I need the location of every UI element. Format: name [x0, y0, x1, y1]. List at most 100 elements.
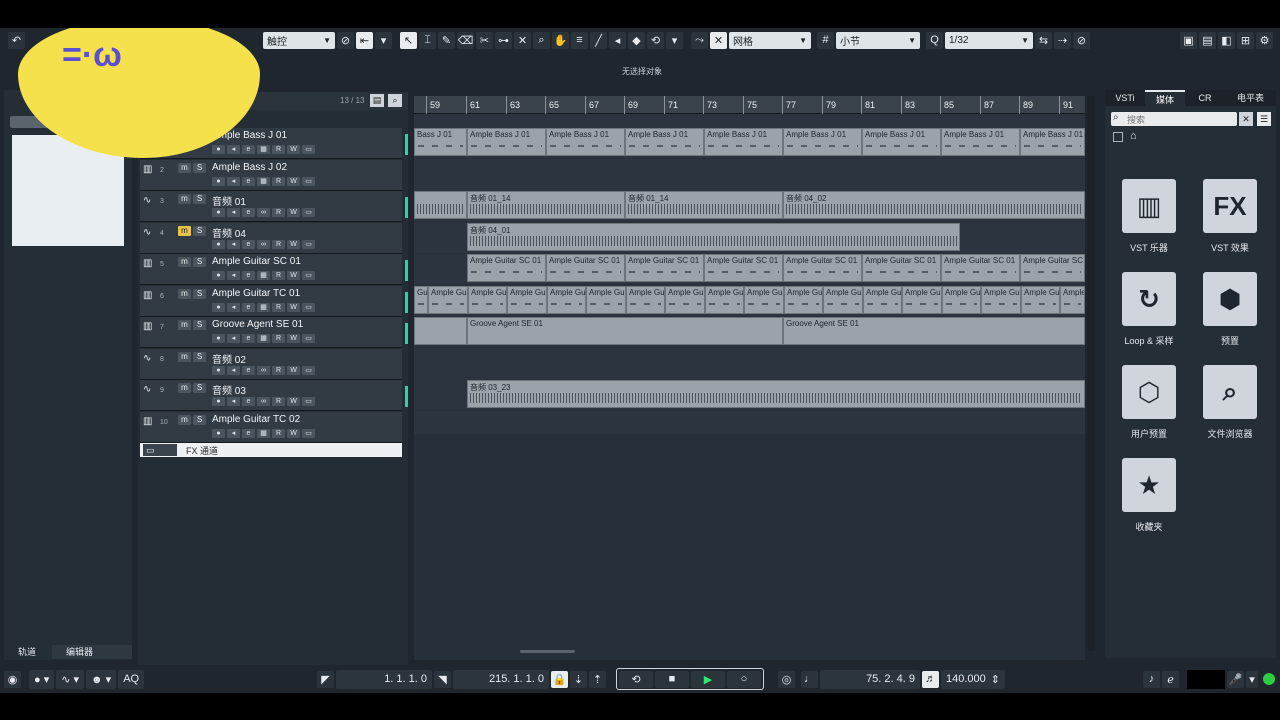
event-part[interactable]: Ample Bass J 01: [1020, 128, 1085, 156]
tempo-track-icon[interactable]: ♬: [922, 670, 939, 688]
fx-channel-folder[interactable]: ▭ FX 通道: [140, 443, 402, 457]
mute-button[interactable]: m: [178, 320, 191, 330]
mute-button[interactable]: m: [178, 163, 191, 173]
track-more-icon[interactable]: ▭: [302, 366, 315, 375]
position-display[interactable]: 75. 2. 4. 9: [820, 669, 920, 689]
event-part[interactable]: Ample Gu: [507, 286, 547, 314]
clear-search-icon[interactable]: ✕: [1239, 112, 1253, 126]
play-tool-icon[interactable]: ◂: [609, 31, 626, 49]
record-enable-icon[interactable]: ●: [212, 240, 225, 249]
edit-icon[interactable]: e: [242, 145, 255, 154]
lanes-icon[interactable]: ▦: [257, 303, 270, 312]
punch-in-icon[interactable]: ⇣: [570, 670, 587, 688]
track-row[interactable]: ▥ 2 m S Ample Bass J 02 ● ◂ e ▦ R W ▭: [140, 160, 402, 191]
record-enable-icon[interactable]: ●: [212, 334, 225, 343]
mute-button[interactable]: m: [178, 257, 191, 267]
track-row[interactable]: ∿ 4 m S 音频 04 ● ◂ e ∞ R W ▭: [140, 223, 402, 254]
event-part[interactable]: Ample Gu: [784, 286, 823, 314]
record-mode-select[interactable]: ● ▾: [29, 669, 55, 689]
home-icon[interactable]: ⌂: [1130, 130, 1137, 142]
monitor-icon[interactable]: ◂: [227, 208, 240, 217]
aq-button[interactable]: AQ: [118, 669, 145, 689]
event-part[interactable]: Ample Gu: [1021, 286, 1060, 314]
track-row[interactable]: ∿ 9 m S 音频 03 ● ◂ e ∞ R W ▭: [140, 380, 408, 411]
event-part[interactable]: [414, 317, 467, 345]
draw-tool-icon[interactable]: ✎: [438, 31, 455, 49]
event-part[interactable]: Ample Guitar SC: [1020, 254, 1085, 282]
tab-editor[interactable]: 编辑器: [52, 645, 132, 659]
list-view-icon[interactable]: ☰: [1257, 112, 1271, 126]
edit-mode-icon[interactable]: ℯ: [1162, 670, 1179, 688]
right-locator-icon[interactable]: ◥: [434, 670, 451, 688]
vertical-scrollbar[interactable]: [1087, 96, 1095, 651]
event-part[interactable]: Ample Guitar SC 01: [862, 254, 941, 282]
event-part[interactable]: Ample Gu: [626, 286, 665, 314]
event-part[interactable]: Ample Gu: [665, 286, 705, 314]
event-part[interactable]: Ample: [1060, 286, 1085, 314]
lock-icon[interactable]: 🔒: [551, 670, 568, 688]
record-enable-icon[interactable]: ●: [212, 145, 225, 154]
left-locator-icon[interactable]: ◤: [317, 670, 334, 688]
vst-effects-icon[interactable]: FX: [1203, 179, 1257, 233]
track-row[interactable]: ∿ 8 m S 音频 02 ● ◂ e ∞ R W ▭: [140, 349, 402, 380]
tab-meter[interactable]: 电平表: [1225, 90, 1276, 106]
mute-tool-icon[interactable]: ✕: [514, 31, 531, 49]
grid-icon[interactable]: #: [817, 31, 834, 49]
event-part[interactable]: Groove Agent SE 01: [467, 317, 783, 345]
track-search-icon[interactable]: ⌕: [388, 94, 402, 107]
monitor-icon[interactable]: ◂: [227, 145, 240, 154]
edit-icon[interactable]: e: [242, 334, 255, 343]
event-part[interactable]: Ample Gu: [902, 286, 942, 314]
lanes-icon[interactable]: ▦: [257, 145, 270, 154]
comp-tool-icon[interactable]: ≡: [571, 31, 588, 49]
favorites-star-icon[interactable]: ★: [1122, 458, 1176, 512]
dropdown-arrow-icon[interactable]: ▾: [375, 31, 392, 49]
write-icon[interactable]: W: [287, 145, 300, 154]
erase-tool-icon[interactable]: ⌫: [457, 31, 474, 49]
microphone-icon[interactable]: 🎤: [1227, 670, 1244, 688]
event-part[interactable]: Ample Gu: [823, 286, 863, 314]
track-view-icon[interactable]: ▤: [370, 94, 384, 107]
write-icon[interactable]: W: [287, 429, 300, 438]
event-part[interactable]: Ample Gu: [981, 286, 1021, 314]
meter-dropdown-icon[interactable]: ▾: [1246, 670, 1258, 688]
solo-button[interactable]: S: [193, 257, 206, 267]
track-more-icon[interactable]: ▭: [302, 334, 315, 343]
read-icon[interactable]: R: [272, 429, 285, 438]
record-enable-icon[interactable]: ●: [212, 303, 225, 312]
quantize-icon[interactable]: Q: [926, 31, 943, 49]
record-enable-icon[interactable]: ●: [212, 177, 225, 186]
track-row[interactable]: ∿ 3 m S 音频 01 ● ◂ e ∞ R W ▭: [140, 191, 408, 222]
horizontal-scrollbar[interactable]: [520, 650, 575, 653]
read-icon[interactable]: R: [272, 208, 285, 217]
vst-instruments-icon[interactable]: ▥: [1122, 179, 1176, 233]
tempo-display[interactable]: 140.000 ⇕: [941, 669, 1005, 689]
monitor-icon[interactable]: ◂: [227, 334, 240, 343]
event-part[interactable]: Bass J 01: [414, 128, 467, 156]
monitor-icon[interactable]: ◂: [227, 271, 240, 280]
range-tool-icon[interactable]: ⌶: [419, 31, 436, 49]
event-part[interactable]: Ample Guitar SC 01: [546, 254, 625, 282]
monitor-icon[interactable]: ◂: [227, 177, 240, 186]
read-icon[interactable]: R: [272, 271, 285, 280]
event-part[interactable]: Ample Guitar SC 01: [941, 254, 1020, 282]
mute-button[interactable]: m: [178, 383, 191, 393]
checkbox-icon[interactable]: [1113, 132, 1123, 142]
tab-cr[interactable]: CR: [1185, 90, 1225, 106]
solo-button[interactable]: S: [193, 194, 206, 204]
event-part[interactable]: Ample Bass J 01: [467, 128, 546, 156]
monitor-icon[interactable]: ◂: [227, 303, 240, 312]
write-icon[interactable]: W: [287, 240, 300, 249]
cycle-icon[interactable]: ⟲: [619, 670, 653, 688]
event-part[interactable]: Ample Guitar SC 01: [625, 254, 704, 282]
read-icon[interactable]: R: [272, 366, 285, 375]
track-row[interactable]: ▥ 10 m S Ample Guitar TC 02 ● ◂ e ▦ R W ▭: [140, 412, 402, 443]
audio-event[interactable]: 音频 01_14: [467, 191, 625, 219]
event-part[interactable]: Ample Bass J 01: [862, 128, 941, 156]
show-left-zone-icon[interactable]: ▣: [1180, 31, 1197, 49]
mute-button[interactable]: m: [178, 352, 191, 362]
automation-mode-select[interactable]: 触控 ▼: [263, 31, 335, 49]
show-right-zone-icon[interactable]: ◧: [1218, 31, 1235, 49]
lanes-icon[interactable]: ∞: [257, 397, 270, 406]
undo-button[interactable]: ↶: [8, 31, 25, 49]
